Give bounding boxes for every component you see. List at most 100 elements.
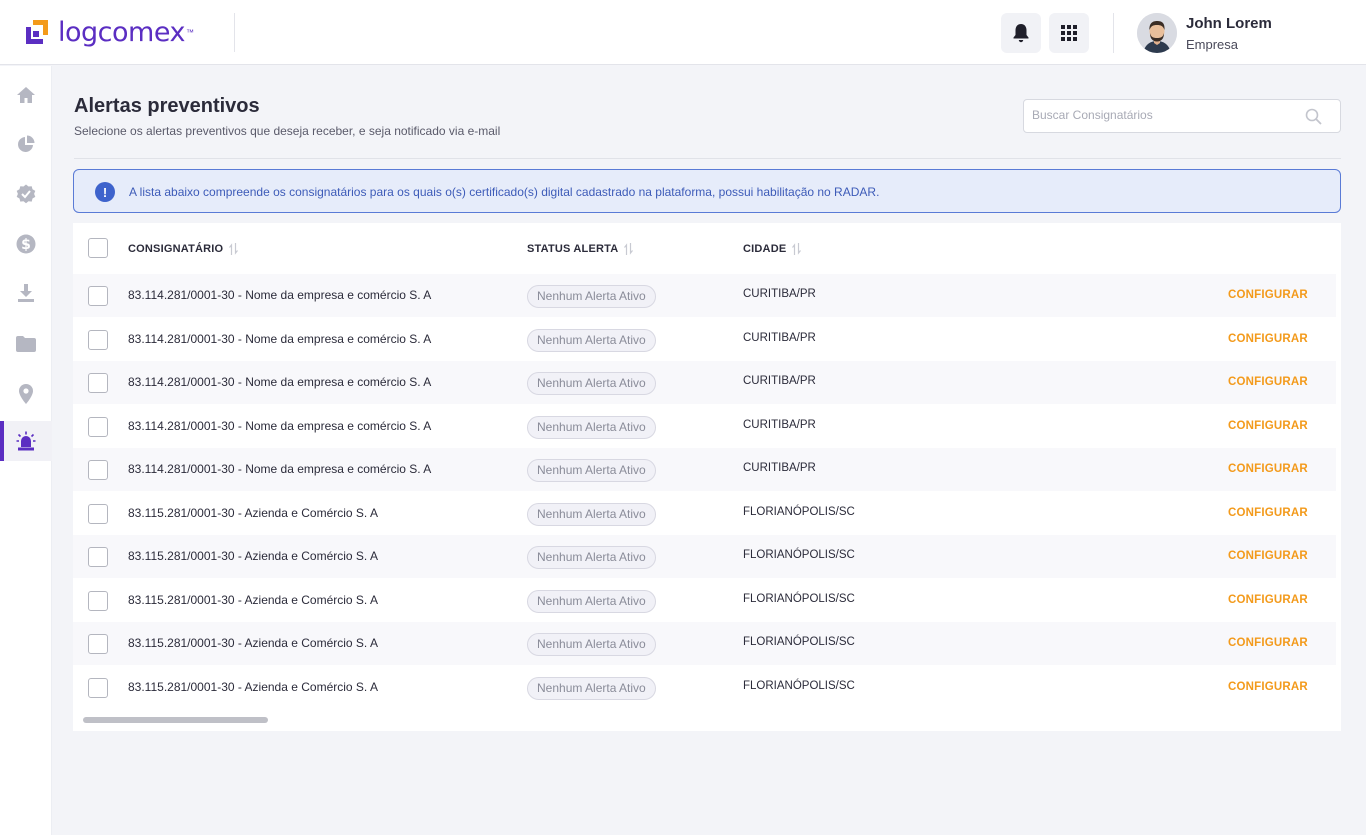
table-row[interactable]: 83.114.281/0001-30 - Nome da empresa e c… [73,274,1336,317]
consignee-name: 83.114.281/0001-30 - Nome da empresa e c… [128,288,432,302]
search-input[interactable] [1032,108,1302,122]
info-icon: ! [95,182,115,202]
download-icon [18,284,34,302]
column-header-city[interactable]: CIDADE [743,242,802,256]
notifications-button[interactable] [1001,13,1041,53]
user-name[interactable]: John Lorem [1186,15,1272,32]
status-badge: Nenhum Alerta Ativo [527,329,656,352]
sidebar-item-downloads[interactable] [0,273,52,313]
header-divider [234,13,235,52]
sort-icon[interactable] [792,242,802,256]
consignee-name: 83.114.281/0001-30 - Nome da empresa e c… [128,462,432,476]
status-badge: Nenhum Alerta Ativo [527,285,656,308]
column-header-status[interactable]: STATUS ALERTA [527,242,634,256]
city-cell: CURITIBA/PR [743,419,816,431]
user-avatar[interactable] [1137,13,1177,53]
table-row[interactable]: 83.115.281/0001-30 - Azienda e Comércio … [73,622,1336,665]
sidebar-item-dashboard[interactable] [0,124,52,164]
sort-icon[interactable] [229,242,239,256]
configure-link[interactable]: CONFIGURAR [1228,594,1308,606]
city-cell: FLORIANÓPOLIS/SC [743,506,855,518]
column-header-label: CIDADE [743,243,787,255]
row-checkbox[interactable] [88,417,108,437]
table-row[interactable]: 83.114.281/0001-30 - Nome da empresa e c… [73,318,1336,361]
status-badge: Nenhum Alerta Ativo [527,416,656,439]
search-box [1023,99,1341,133]
page-title: Alertas preventivos [74,95,260,117]
column-header-label: STATUS ALERTA [527,243,619,255]
city-cell: FLORIANÓPOLIS/SC [743,593,855,605]
sort-icon[interactable] [624,242,634,256]
table-row[interactable]: 83.114.281/0001-30 - Nome da empresa e c… [73,405,1336,448]
sidebar-item-home[interactable] [0,75,52,115]
configure-link[interactable]: CONFIGURAR [1228,550,1308,562]
consignee-name: 83.114.281/0001-30 - Nome da empresa e c… [128,419,432,433]
table-row[interactable]: 83.115.281/0001-30 - Azienda e Comércio … [73,535,1336,578]
folder-icon [16,336,36,352]
configure-link[interactable]: CONFIGURAR [1228,463,1308,475]
location-pin-icon [19,384,33,404]
top-bar: logcomex ™ John Lorem Empresa [0,0,1366,65]
table-row[interactable]: 83.115.281/0001-30 - Azienda e Comércio … [73,579,1336,622]
configure-link[interactable]: CONFIGURAR [1228,637,1308,649]
row-checkbox[interactable] [88,547,108,567]
consignee-name: 83.115.281/0001-30 - Azienda e Comércio … [128,680,378,694]
verified-badge-icon [16,184,36,204]
row-checkbox[interactable] [88,330,108,350]
status-badge: Nenhum Alerta Ativo [527,590,656,613]
configure-link[interactable]: CONFIGURAR [1228,681,1308,693]
select-all-checkbox[interactable] [88,238,108,258]
status-badge: Nenhum Alerta Ativo [527,677,656,700]
horizontal-scrollbar[interactable] [83,717,268,723]
siren-icon [16,431,36,451]
sidebar-nav: $ [0,66,52,835]
sidebar-item-alerts[interactable] [0,421,52,461]
status-badge: Nenhum Alerta Ativo [527,372,656,395]
row-checkbox[interactable] [88,286,108,306]
configure-link[interactable]: CONFIGURAR [1228,289,1308,301]
page-subtitle: Selecione os alertas preventivos que des… [74,124,501,138]
info-banner-text: A lista abaixo compreende os consignatár… [129,185,880,199]
row-checkbox[interactable] [88,373,108,393]
search-icon[interactable] [1305,108,1322,125]
logo-text: logcomex [58,16,185,48]
city-cell: CURITIBA/PR [743,462,816,474]
apps-menu-button[interactable] [1049,13,1089,53]
user-company: Empresa [1186,37,1239,52]
heading-divider [74,158,1341,159]
table-row[interactable]: 83.114.281/0001-30 - Nome da empresa e c… [73,448,1336,491]
logcomex-logo[interactable]: logcomex ™ [24,14,194,50]
row-checkbox[interactable] [88,460,108,480]
consignee-name: 83.115.281/0001-30 - Azienda e Comércio … [128,549,378,563]
table-row[interactable]: 83.114.281/0001-30 - Nome da empresa e c… [73,361,1336,404]
configure-link[interactable]: CONFIGURAR [1228,376,1308,388]
consignees-table: CONSIGNATÁRIO STATUS ALERTA CIDADE 83.11… [73,223,1341,731]
info-banner: ! A lista abaixo compreende os consignat… [73,169,1341,213]
row-checkbox[interactable] [88,634,108,654]
table-row[interactable]: 83.115.281/0001-30 - Azienda e Comércio … [73,666,1336,709]
configure-link[interactable]: CONFIGURAR [1228,420,1308,432]
bell-icon [1013,24,1029,43]
home-icon [17,87,35,103]
row-checkbox[interactable] [88,678,108,698]
row-checkbox[interactable] [88,504,108,524]
sidebar-item-certificates[interactable] [0,174,52,214]
status-badge: Nenhum Alerta Ativo [527,633,656,656]
sidebar-item-files[interactable] [0,324,52,364]
table-row[interactable]: 83.115.281/0001-30 - Azienda e Comércio … [73,492,1336,535]
city-cell: CURITIBA/PR [743,288,816,300]
consignee-name: 83.114.281/0001-30 - Nome da empresa e c… [128,375,432,389]
configure-link[interactable]: CONFIGURAR [1228,507,1308,519]
city-cell: CURITIBA/PR [743,375,816,387]
pie-chart-icon [18,135,35,152]
column-header-consignee[interactable]: CONSIGNATÁRIO [128,242,239,256]
sidebar-item-finance[interactable]: $ [0,224,52,264]
row-checkbox[interactable] [88,591,108,611]
configure-link[interactable]: CONFIGURAR [1228,333,1308,345]
logo-trademark: ™ [185,27,194,37]
status-badge: Nenhum Alerta Ativo [527,546,656,569]
svg-text:$: $ [21,237,31,253]
sidebar-item-locations[interactable] [0,374,52,414]
dollar-icon: $ [16,234,36,254]
column-header-label: CONSIGNATÁRIO [128,243,224,255]
